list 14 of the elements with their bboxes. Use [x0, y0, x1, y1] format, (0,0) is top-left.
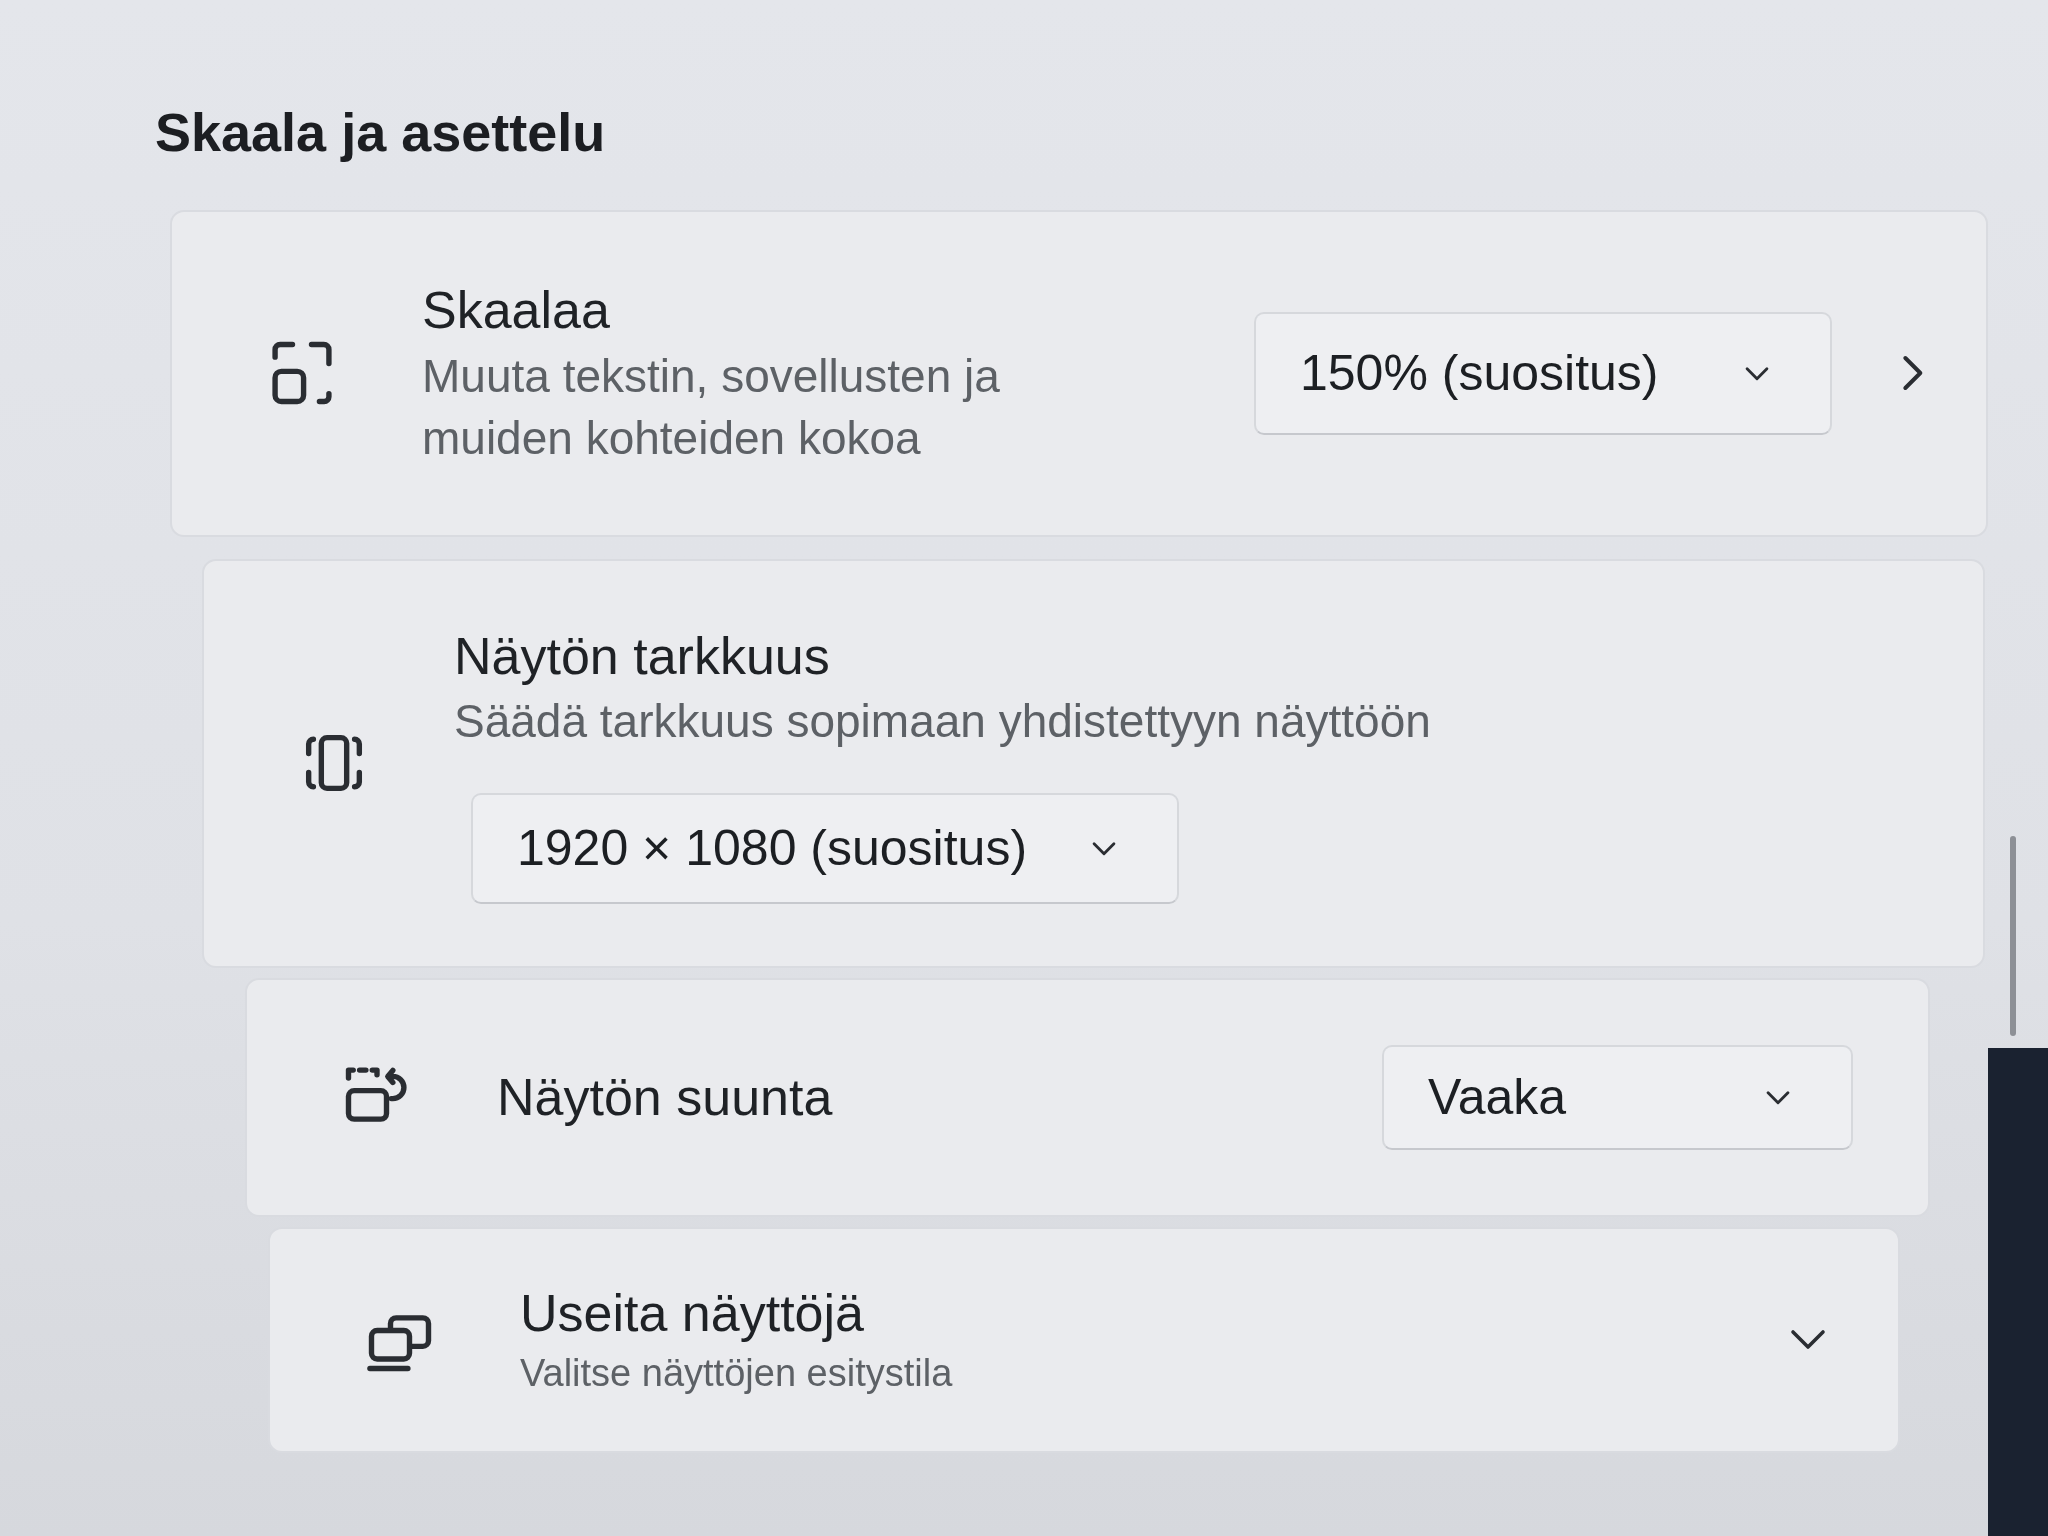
setting-title: Näytön tarkkuus [454, 625, 830, 687]
section-heading: Skaala ja asettelu [155, 101, 607, 164]
setting-card[interactable]: Useita näyttöjä Valitse näyttöjen esitystila [268, 1226, 1900, 1453]
scrollbar-thumb[interactable] [2010, 836, 2016, 1036]
dropdown[interactable]: Vaaka [1382, 1044, 1853, 1150]
setting-description: Muuta tekstin, sovellusten ja muiden kohteiden kokoa [422, 348, 1001, 467]
setting-title: Useita näyttöjä [520, 1283, 864, 1345]
setting-title: Skaalaa [422, 279, 610, 341]
dropdown[interactable]: 1920 × 1080 (suositus) [471, 792, 1179, 904]
setting-title: Näytön suunta [497, 1066, 833, 1128]
setting-description: Valitse näyttöjen esitystila [520, 1350, 953, 1396]
setting-description: Säädä tarkkuus sopimaan yhdistettyyn näyttöön [454, 694, 1431, 750]
dropdown[interactable]: 150% (suositus) [1254, 311, 1832, 435]
setting-card[interactable]: Skaalaa Muuta tekstin, sovellusten ja muiden kohteiden kokoa 150% (suositus) [170, 209, 1988, 537]
